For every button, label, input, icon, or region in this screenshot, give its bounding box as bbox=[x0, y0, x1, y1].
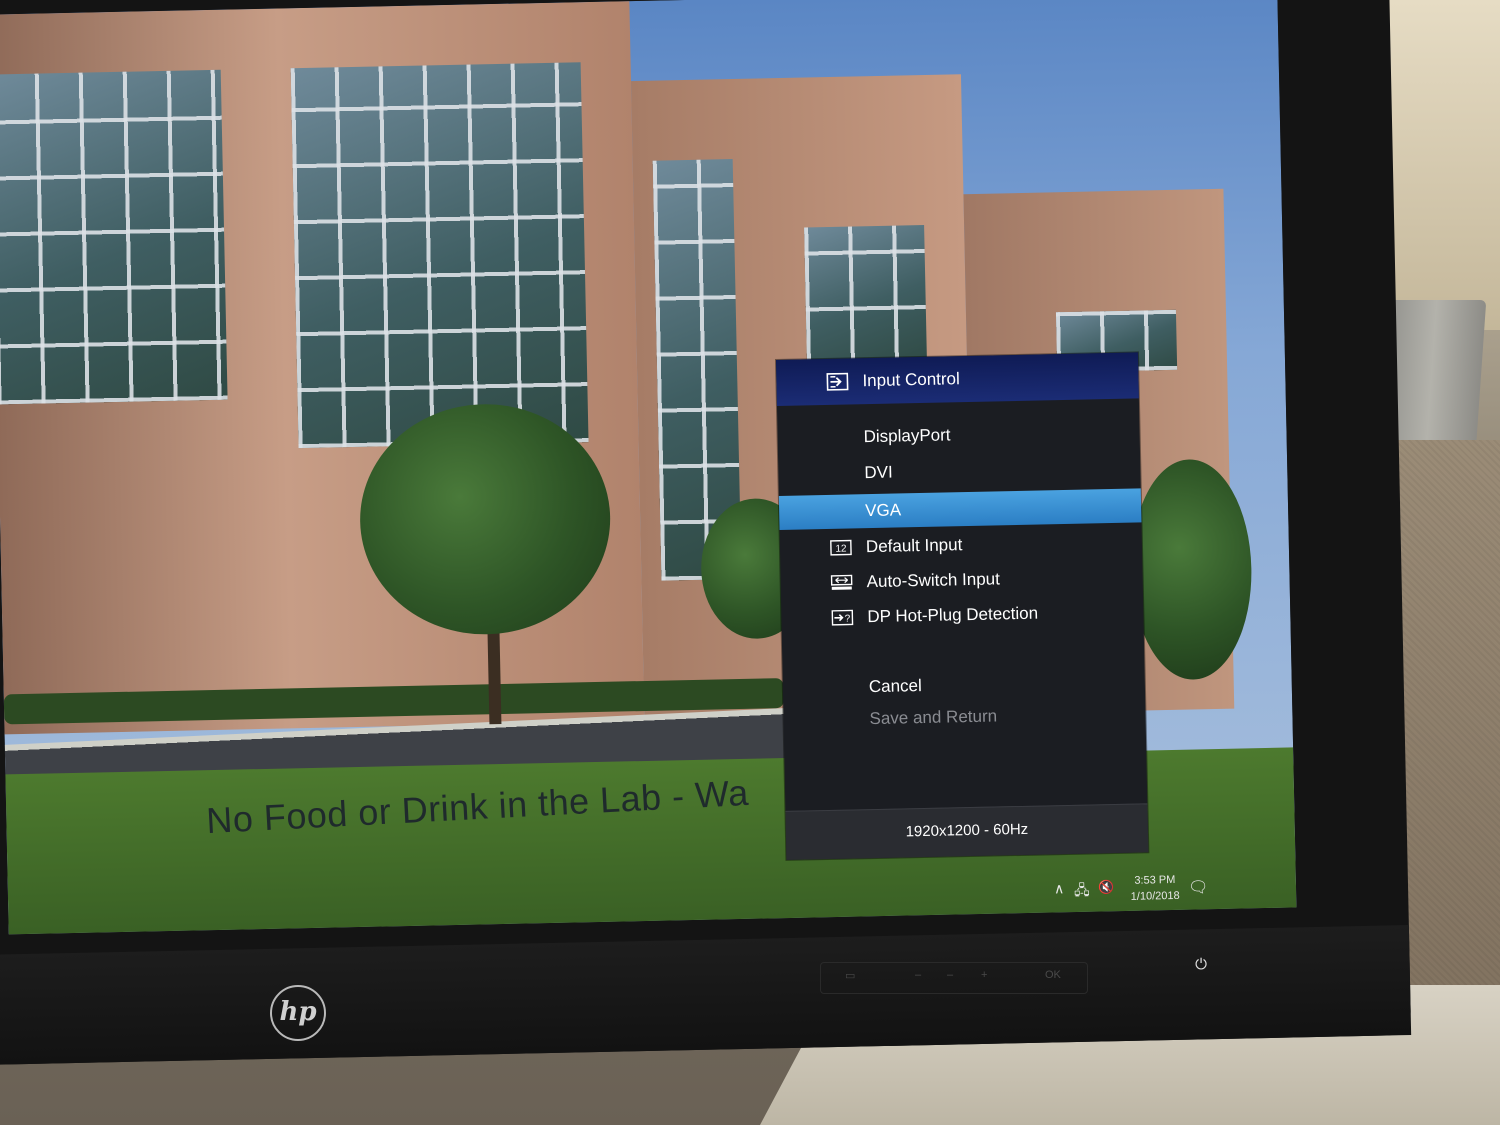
osd-item-dp-hot-plug[interactable]: ? DP Hot-Plug Detection bbox=[781, 594, 1144, 636]
clock-time[interactable]: 3:53 PM bbox=[1126, 874, 1184, 887]
osd-item-label: Default Input bbox=[865, 535, 963, 557]
plus-button[interactable]: + bbox=[981, 969, 987, 981]
ok-button[interactable]: OK bbox=[1045, 969, 1061, 981]
osd-menu: Input Control DisplayPort DVI VGA 12 Def… bbox=[776, 352, 1149, 860]
power-icon[interactable]: ⏻ bbox=[1188, 956, 1214, 978]
osd-save-return-button[interactable]: Save and Return bbox=[783, 696, 1146, 738]
chevron-up-icon[interactable]: ∧ bbox=[1054, 880, 1065, 897]
osd-item-label: DisplayPort bbox=[863, 425, 951, 447]
minus-button[interactable]: – bbox=[915, 969, 921, 981]
network-icon[interactable]: 🖧 bbox=[1074, 880, 1090, 904]
svg-text:12: 12 bbox=[835, 544, 847, 555]
minus-button[interactable]: – bbox=[947, 969, 953, 981]
hot-plug-icon: ? bbox=[831, 609, 854, 626]
hp-logo: hp bbox=[270, 985, 326, 1041]
system-tray: ∧ 🖧 🔇 3:53 PM 1/10/2018 🗨 bbox=[1048, 868, 1249, 912]
wallpaper-windows bbox=[0, 69, 228, 405]
osd-item-label: Cancel bbox=[868, 676, 922, 697]
resolution-readout: 1920x1200 - 60Hz bbox=[905, 820, 1029, 841]
notification-icon[interactable]: 🗨 bbox=[1188, 877, 1209, 897]
auto-switch-icon bbox=[830, 574, 853, 590]
wallpaper-windows bbox=[804, 225, 928, 368]
osd-title: Input Control bbox=[862, 369, 960, 391]
osd-item-label: Save and Return bbox=[869, 706, 998, 729]
default-input-icon: 12 bbox=[830, 539, 852, 556]
monitor: No Food or Drink in the Lab - Wa ∧ 🖧 🔇 3… bbox=[0, 0, 1412, 1065]
osd-item-vga[interactable]: VGA bbox=[778, 488, 1142, 530]
osd-item-displayport[interactable]: DisplayPort bbox=[777, 414, 1140, 456]
volume-muted-icon[interactable]: 🔇 bbox=[1098, 879, 1115, 895]
menu-button[interactable]: ▭ bbox=[845, 969, 855, 982]
bezel-button-strip: ▭ – – + OK bbox=[820, 962, 1088, 994]
osd-header: Input Control bbox=[776, 352, 1139, 406]
input-arrow-icon bbox=[826, 372, 849, 391]
osd-item-label: DP Hot-Plug Detection bbox=[867, 603, 1039, 627]
osd-item-label: DVI bbox=[864, 462, 893, 483]
osd-item-label: Auto-Switch Input bbox=[866, 569, 1001, 592]
svg-text:?: ? bbox=[845, 613, 851, 624]
osd-item-label: VGA bbox=[864, 500, 902, 521]
room-wall bbox=[1380, 0, 1500, 330]
clock-date[interactable]: 1/10/2018 bbox=[1122, 890, 1188, 903]
osd-item-dvi[interactable]: DVI bbox=[778, 450, 1141, 492]
osd-footer: 1920x1200 - 60Hz bbox=[785, 803, 1149, 860]
wallpaper-windows bbox=[290, 62, 589, 449]
